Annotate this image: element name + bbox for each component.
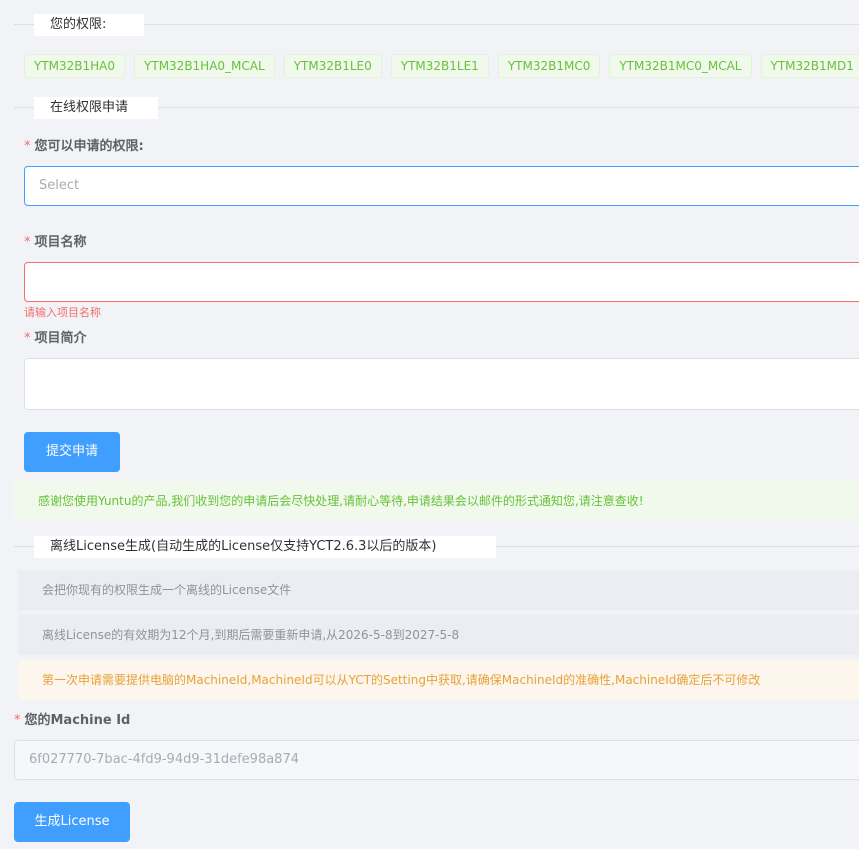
required-mark: *: [24, 331, 31, 346]
permission-tag: YTM32B1MC0: [497, 54, 601, 78]
required-mark: *: [14, 713, 21, 728]
permission-select-placeholder: Select: [39, 178, 80, 193]
permission-tag: YTM32B1MC0_MCAL: [609, 54, 752, 78]
project-name-label-text: 项目名称: [34, 235, 87, 250]
machine-id-label: * 您的Machine Id: [14, 709, 130, 728]
permission-tag: YTM32B1LE0: [283, 54, 382, 78]
online-apply-title: 在线权限申请: [34, 97, 158, 119]
permission-tag-list: YTM32B1HA0 YTM32B1HA0_MCAL YTM32B1LE0 YTM32…: [24, 54, 859, 78]
permission-tag: YTM32B1MD1: [760, 54, 859, 78]
permission-tag: YTM32B1LE1: [390, 54, 489, 78]
permission-select-label: * 您可以申请的权限:: [24, 135, 144, 154]
required-mark: *: [24, 235, 31, 250]
project-name-input[interactable]: [24, 262, 859, 302]
machine-id-input[interactable]: 6f027770-7bac-4fd9-94d9-31defe98a874: [14, 740, 859, 780]
generate-license-button[interactable]: 生成License: [14, 802, 130, 842]
project-desc-textarea[interactable]: [24, 358, 859, 410]
offline-info-alert-2: 离线License的有效期为12个月,到期后需要重新申请,从2026-5-8到2…: [18, 615, 859, 655]
permissions-title: 您的权限:: [34, 14, 144, 36]
offline-license-title: 离线License生成(自动生成的License仅支持YCT2.6.3以后的版本…: [34, 536, 496, 558]
machine-id-value: 6f027770-7bac-4fd9-94d9-31defe98a874: [29, 752, 299, 767]
machine-id-label-text: 您的Machine Id: [24, 713, 131, 728]
project-desc-label-text: 项目简介: [34, 331, 87, 346]
required-mark: *: [24, 139, 31, 154]
permission-select[interactable]: Select: [24, 166, 859, 206]
permission-tag: YTM32B1HA0_MCAL: [134, 54, 275, 78]
submit-apply-button[interactable]: 提交申请: [24, 432, 120, 472]
permission-tag: YTM32B1HA0: [24, 54, 126, 78]
offline-info-alert-1: 会把你现有的权限生成一个离线的License文件: [18, 570, 859, 610]
project-name-label: * 项目名称: [24, 231, 87, 250]
apply-success-alert: 感谢您使用Yuntu的产品,我们收到您的申请后会尽快处理,请耐心等待,申请结果会…: [14, 481, 859, 521]
machine-id-warning-alert: 第一次申请需要提供电脑的MachineId,MachineId可以从YCT的Se…: [18, 660, 859, 700]
project-name-error: 请输入项目名称: [24, 306, 101, 319]
permission-select-label-text: 您可以申请的权限:: [34, 139, 144, 154]
project-desc-label: * 项目简介: [24, 327, 87, 346]
